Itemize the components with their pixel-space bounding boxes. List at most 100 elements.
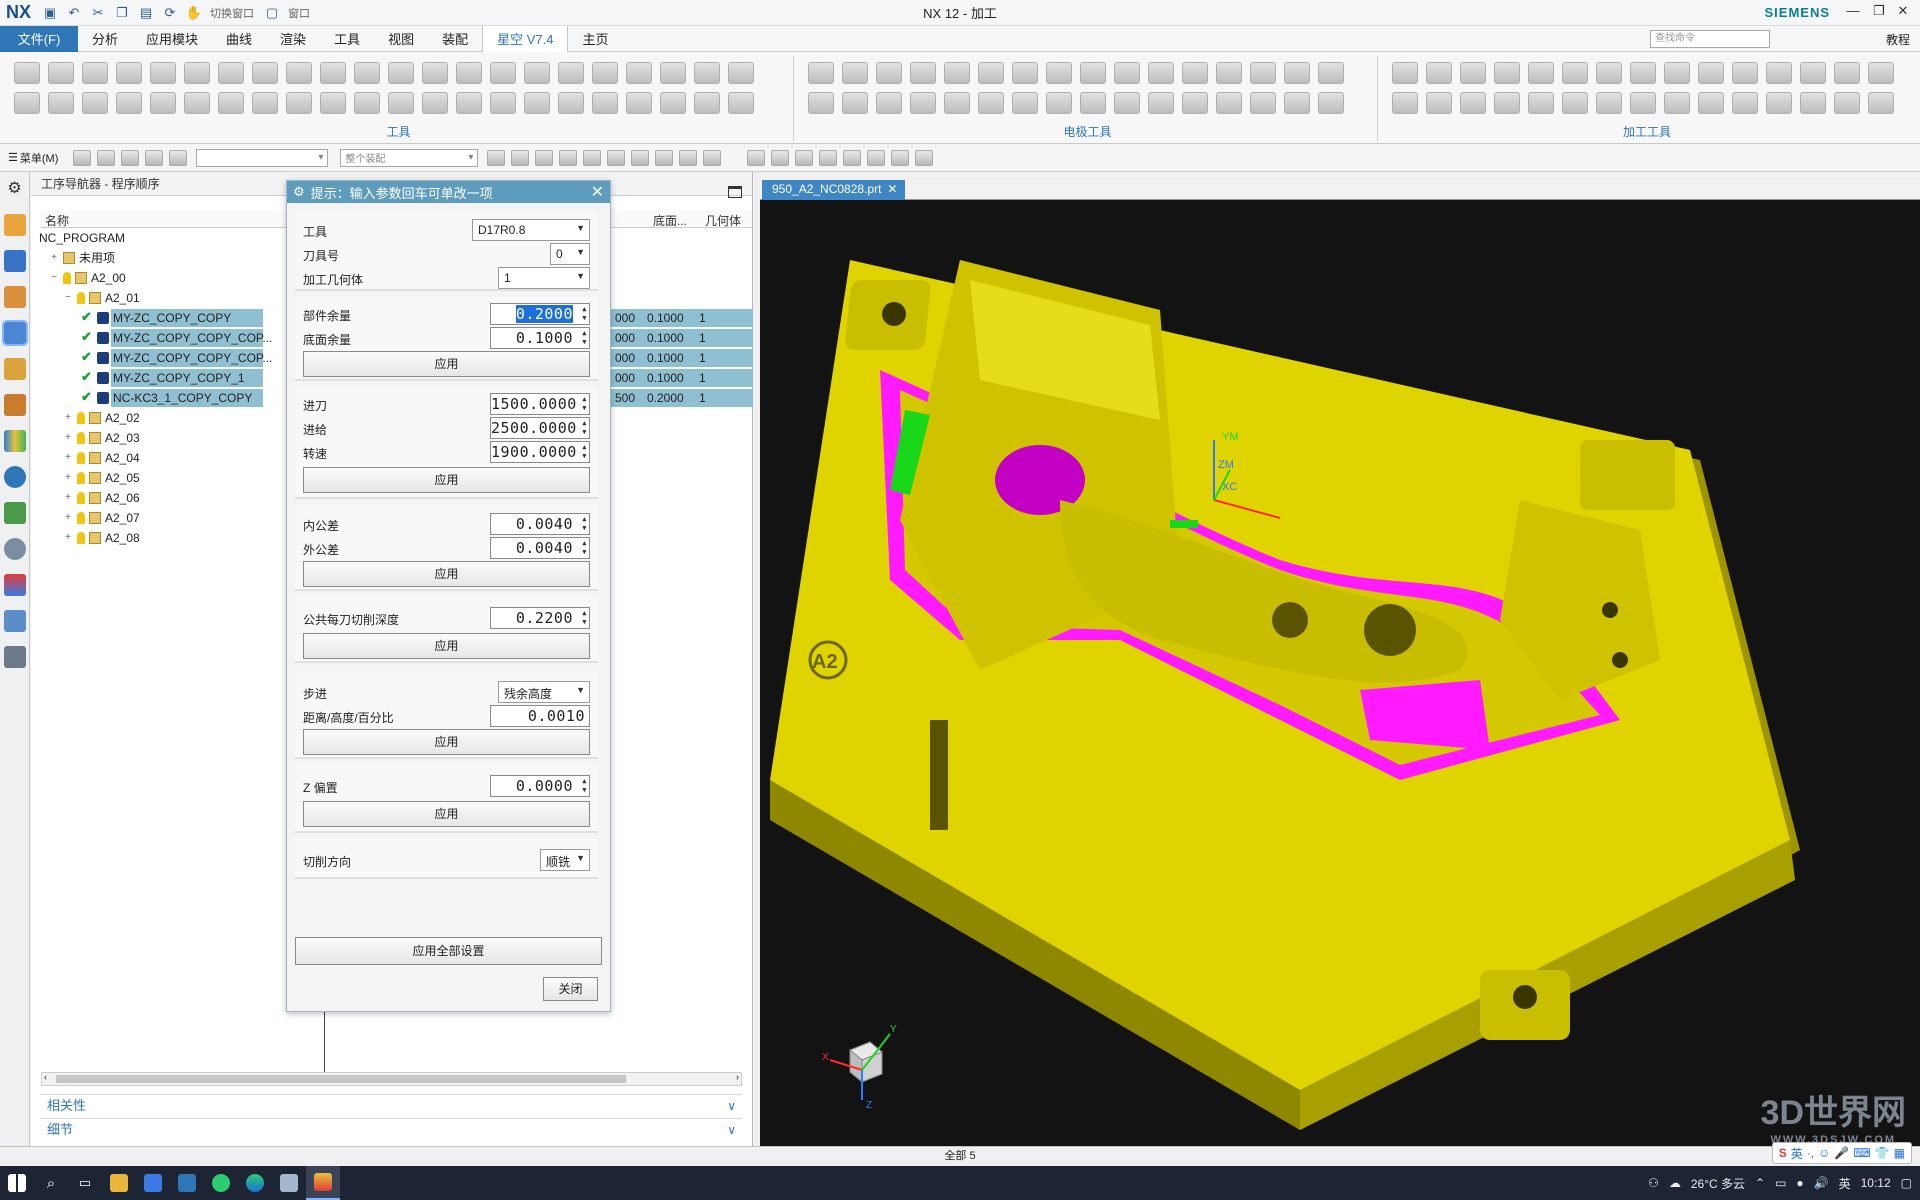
start-button[interactable] xyxy=(0,1166,34,1200)
ribbon-command-icon[interactable] xyxy=(14,92,40,114)
tutorial-button[interactable]: 教程 xyxy=(1886,31,1910,48)
ribbon-command-icon[interactable] xyxy=(184,92,210,114)
ribbon-command-icon[interactable] xyxy=(944,62,970,84)
taskbar-store[interactable] xyxy=(136,1166,170,1200)
zoom-icon[interactable] xyxy=(771,149,790,166)
column-floor[interactable]: 底面... xyxy=(653,212,687,229)
ribbon-command-icon[interactable] xyxy=(1012,62,1038,84)
ribbon-command-icon[interactable] xyxy=(1664,62,1690,84)
selection-scope-icon[interactable] xyxy=(97,149,116,166)
ribbon-command-icon[interactable] xyxy=(1698,92,1724,114)
search-button[interactable]: ⌕ xyxy=(34,1166,68,1200)
geometry-select[interactable]: 1 ▼ xyxy=(498,267,590,289)
clock[interactable]: 10:12 xyxy=(1861,1176,1891,1190)
snap-endpoint-icon[interactable] xyxy=(487,149,506,166)
ribbon-command-icon[interactable] xyxy=(1426,62,1452,84)
ribbon-command-icon[interactable] xyxy=(1596,62,1622,84)
keyboard-icon[interactable]: ⌨ xyxy=(1853,1146,1870,1160)
menu-home[interactable]: 主页 xyxy=(568,26,622,52)
ribbon-command-icon[interactable] xyxy=(592,92,618,114)
scroll-right-icon[interactable]: › xyxy=(736,1072,739,1082)
ribbon-command-icon[interactable] xyxy=(1494,62,1520,84)
ribbon-command-icon[interactable] xyxy=(184,62,210,84)
ribbon-command-icon[interactable] xyxy=(1250,62,1276,84)
ribbon-command-icon[interactable] xyxy=(1114,62,1140,84)
ribbon-command-icon[interactable] xyxy=(1216,62,1242,84)
punctuation-icon[interactable]: ·, xyxy=(1807,1146,1814,1160)
window-icon[interactable]: ▢ xyxy=(262,3,282,23)
ribbon-command-icon[interactable] xyxy=(1182,92,1208,114)
network-icon[interactable]: ▭ xyxy=(1775,1176,1786,1190)
ribbon-command-icon[interactable] xyxy=(660,92,686,114)
ribbon-command-icon[interactable] xyxy=(626,62,652,84)
ribbon-command-icon[interactable] xyxy=(456,62,482,84)
ribbon-command-icon[interactable] xyxy=(694,62,720,84)
ribbon-command-icon[interactable] xyxy=(490,92,516,114)
process-studio-icon[interactable] xyxy=(3,610,26,632)
task-view-button[interactable]: ▭ xyxy=(68,1166,102,1200)
minimize-icon[interactable]: — xyxy=(1842,3,1864,23)
people-icon[interactable]: ⚇ xyxy=(1648,1176,1659,1190)
ribbon-command-icon[interactable] xyxy=(842,92,868,114)
snap-intersection-icon[interactable] xyxy=(559,149,578,166)
ribbon-command-icon[interactable] xyxy=(1250,92,1276,114)
weather-icon[interactable]: ☁ xyxy=(1669,1176,1681,1190)
ribbon-command-icon[interactable] xyxy=(1460,92,1486,114)
shaded-icon[interactable] xyxy=(679,149,698,166)
type-filter-select[interactable]: ▾ xyxy=(196,148,329,167)
ime-language[interactable]: 英 xyxy=(1791,1145,1803,1162)
ribbon-command-icon[interactable] xyxy=(1834,62,1860,84)
ribbon-command-icon[interactable] xyxy=(456,92,482,114)
snap-control-icon[interactable] xyxy=(535,149,554,166)
menu-render[interactable]: 渲染 xyxy=(266,26,320,52)
part-stock-input[interactable]: 0.2000 ▲ ▼ xyxy=(490,303,590,325)
render-style-icon[interactable] xyxy=(867,149,886,166)
ribbon-command-icon[interactable] xyxy=(524,92,550,114)
part-navigator-icon[interactable] xyxy=(3,286,26,308)
constraint-navigator-icon[interactable] xyxy=(3,250,26,272)
ribbon-command-icon[interactable] xyxy=(1148,92,1174,114)
wechat-tray-icon[interactable]: ● xyxy=(1796,1176,1803,1190)
ribbon-command-icon[interactable] xyxy=(876,92,902,114)
roles-icon[interactable] xyxy=(3,646,26,668)
snap-icon[interactable] xyxy=(145,149,164,166)
close-button[interactable]: 关闭 xyxy=(543,977,598,1001)
collapse-icon[interactable]: − xyxy=(49,268,59,288)
ribbon-command-icon[interactable] xyxy=(14,62,40,84)
web-browser-icon[interactable] xyxy=(3,502,26,524)
ribbon-command-icon[interactable] xyxy=(1426,92,1452,114)
ribbon-command-icon[interactable] xyxy=(320,92,346,114)
menu-applications[interactable]: 应用模块 xyxy=(132,26,212,52)
tray-language[interactable]: 英 xyxy=(1839,1175,1851,1192)
ribbon-command-icon[interactable] xyxy=(808,92,834,114)
ribbon-command-icon[interactable] xyxy=(1046,62,1072,84)
taskbar-notes[interactable] xyxy=(272,1166,306,1200)
ribbon-command-icon[interactable] xyxy=(320,62,346,84)
snap-midpoint-icon[interactable] xyxy=(511,149,530,166)
orient-view-icon[interactable] xyxy=(891,149,910,166)
distance-input[interactable]: 0.0010 xyxy=(490,705,590,727)
feature-navigator-icon[interactable] xyxy=(3,394,26,416)
expand-icon[interactable]: + xyxy=(49,248,59,268)
tool-number-select[interactable]: 0 ▼ xyxy=(550,243,590,265)
toolbox-icon[interactable]: ▦ xyxy=(1894,1146,1905,1160)
tool-select[interactable]: D17R0.8 ▼ xyxy=(472,219,590,241)
details-section[interactable]: 细节 ∨ xyxy=(41,1118,742,1140)
window-menu[interactable]: 窗口 xyxy=(288,5,310,21)
apply-feeds-button[interactable]: 应用 xyxy=(303,467,590,493)
menu-tools[interactable]: 工具 xyxy=(320,26,374,52)
column-name[interactable]: 名称 xyxy=(45,212,69,229)
ribbon-command-icon[interactable] xyxy=(1114,92,1140,114)
part-file-tab[interactable]: 950_A2_NC0828.prt ✕ xyxy=(762,180,906,200)
ribbon-command-icon[interactable] xyxy=(354,92,380,114)
ribbon-command-icon[interactable] xyxy=(1528,92,1554,114)
ribbon-command-icon[interactable] xyxy=(558,62,584,84)
ribbon-command-icon[interactable] xyxy=(1732,92,1758,114)
taskbar-explorer[interactable] xyxy=(102,1166,136,1200)
ribbon-command-icon[interactable] xyxy=(876,62,902,84)
expand-icon[interactable]: + xyxy=(63,508,73,528)
view-triad[interactable]: X Y Z xyxy=(820,1020,910,1110)
visibility-icon[interactable] xyxy=(915,149,934,166)
ribbon-command-icon[interactable] xyxy=(116,92,142,114)
ribbon-command-icon[interactable] xyxy=(1732,62,1758,84)
